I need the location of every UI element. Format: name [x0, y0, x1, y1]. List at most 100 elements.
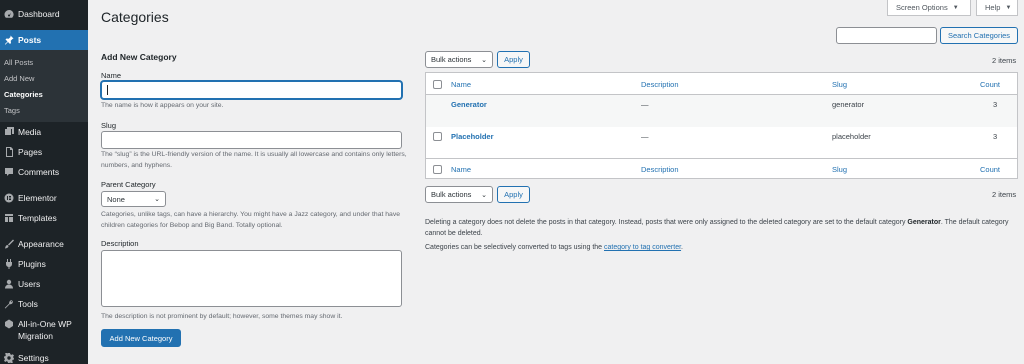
- screen-options-label: Screen Options: [896, 3, 948, 12]
- menu-comments[interactable]: Comments: [0, 162, 88, 182]
- templates-icon: [4, 213, 14, 223]
- wrench-icon: [4, 299, 14, 309]
- items-count-bottom: 2 items: [992, 190, 1017, 199]
- menu-users[interactable]: Users: [0, 274, 88, 294]
- column-count-header[interactable]: Count: [980, 80, 1000, 89]
- search-input[interactable]: [836, 27, 937, 44]
- converter-note: Categories can be selectively converted …: [425, 243, 1015, 254]
- select-all-checkbox-footer[interactable]: [433, 165, 442, 174]
- pages-icon: [4, 147, 14, 157]
- menu-elementor-label: Elementor: [18, 193, 57, 203]
- name-input[interactable]: [101, 81, 402, 99]
- dashboard-icon: [4, 9, 14, 19]
- category-description: —: [641, 132, 649, 141]
- column-name-header[interactable]: Name: [451, 80, 471, 89]
- category-count[interactable]: 3: [993, 132, 997, 141]
- caret-down-icon: ▼: [1005, 4, 1012, 11]
- menu-tools[interactable]: Tools: [0, 294, 88, 314]
- help-label: Help: [985, 3, 1001, 12]
- category-slug: placeholder: [832, 132, 871, 141]
- menu-templates[interactable]: Templates: [0, 208, 88, 228]
- menu-settings[interactable]: Settings: [0, 348, 88, 364]
- slug-help: The “slug” is the URL-friendly version o…: [101, 151, 407, 169]
- menu-appearance[interactable]: Appearance: [0, 234, 88, 254]
- menu-media-label: Media: [18, 127, 42, 137]
- page-title: Categories: [101, 9, 169, 25]
- column-count-footer[interactable]: Count: [980, 165, 1000, 174]
- menu-migration-label: All-in-One WP Migration: [18, 319, 72, 341]
- table-header-row: Name Description Slug Count: [426, 73, 1017, 95]
- menu-settings-label: Settings: [18, 353, 49, 363]
- menu-posts[interactable]: Posts: [0, 30, 88, 50]
- menu-pages-label: Pages: [18, 147, 43, 157]
- text-cursor: [107, 85, 108, 95]
- column-description-header[interactable]: Description: [641, 80, 679, 89]
- menu-dashboard-label: Dashboard: [18, 9, 60, 19]
- parent-category-help: Categories, unlike tags, can have a hier…: [101, 211, 400, 229]
- search-categories-button[interactable]: Search Categories: [940, 27, 1018, 44]
- menu-posts-label: Posts: [18, 35, 42, 45]
- chevron-down-icon: ⌄: [481, 191, 487, 199]
- menu-tools-label: Tools: [18, 299, 38, 309]
- categories-table: Name Description Slug Count Generator — …: [425, 72, 1018, 179]
- pin-icon: [4, 35, 14, 45]
- submenu-all-posts[interactable]: All Posts: [0, 54, 88, 70]
- bulk-actions-value: Bulk actions: [431, 190, 472, 199]
- category-name-link[interactable]: Generator: [451, 100, 487, 109]
- description-textarea[interactable]: [101, 250, 402, 307]
- column-slug-footer[interactable]: Slug: [832, 165, 847, 174]
- brush-icon: [4, 239, 14, 249]
- elementor-icon: [4, 193, 14, 203]
- table-row: Placeholder — placeholder 3: [426, 127, 1017, 158]
- category-description: —: [641, 100, 649, 109]
- screen-options-tab[interactable]: Screen Options ▼: [887, 0, 971, 16]
- bulk-actions-select-top[interactable]: Bulk actions ⌄: [425, 51, 493, 68]
- menu-dashboard[interactable]: Dashboard: [0, 4, 88, 24]
- add-new-category-button[interactable]: Add New Category: [101, 329, 181, 347]
- select-all-checkbox[interactable]: [433, 80, 442, 89]
- menu-pages[interactable]: Pages: [0, 142, 88, 162]
- note-text: .: [681, 244, 683, 251]
- menu-plugins-label: Plugins: [18, 259, 46, 269]
- menu-all-in-one-migration[interactable]: All-in-One WP Migration: [0, 314, 88, 348]
- caret-down-icon: ▼: [952, 4, 959, 11]
- column-slug-header[interactable]: Slug: [832, 80, 847, 89]
- menu-media[interactable]: Media: [0, 122, 88, 142]
- note-text: Deleting a category does not delete the …: [425, 219, 908, 226]
- submenu-tags[interactable]: Tags: [0, 102, 88, 118]
- slug-input[interactable]: [101, 131, 402, 149]
- category-to-tag-converter-link[interactable]: category to tag converter: [604, 244, 681, 251]
- delete-category-note: Deleting a category does not delete the …: [425, 218, 1015, 239]
- column-name-footer[interactable]: Name: [451, 165, 471, 174]
- menu-plugins[interactable]: Plugins: [0, 254, 88, 274]
- description-label: Description: [101, 239, 139, 248]
- name-label: Name: [101, 71, 122, 80]
- submenu-categories[interactable]: Categories: [0, 86, 88, 102]
- column-description-footer[interactable]: Description: [641, 165, 679, 174]
- category-slug: generator: [832, 100, 865, 109]
- chevron-down-icon: ⌄: [481, 56, 487, 64]
- posts-submenu: All Posts Add New Categories Tags: [0, 50, 88, 122]
- items-count-top: 2 items: [992, 56, 1017, 65]
- comments-icon: [4, 167, 14, 177]
- form-title: Add New Category: [101, 52, 177, 62]
- plug-icon: [4, 259, 14, 269]
- category-name-link[interactable]: Placeholder: [451, 132, 494, 141]
- menu-appearance-label: Appearance: [18, 239, 64, 249]
- help-tab[interactable]: Help ▼: [976, 0, 1018, 16]
- menu-elementor[interactable]: Elementor: [0, 188, 88, 208]
- parent-category-value: None: [107, 194, 125, 204]
- main-content: Categories Screen Options ▼ Help ▼ Add N…: [88, 0, 1024, 364]
- apply-button-bottom[interactable]: Apply: [497, 186, 530, 203]
- apply-button-top[interactable]: Apply: [497, 51, 530, 68]
- row-checkbox[interactable]: [433, 132, 442, 141]
- name-help: The name is how it appears on your site.: [101, 102, 224, 109]
- bulk-actions-value: Bulk actions: [431, 55, 472, 64]
- category-count[interactable]: 3: [993, 100, 997, 109]
- chevron-down-icon: ⌄: [154, 196, 160, 203]
- table-footer-row: Name Description Slug Count: [426, 158, 1017, 179]
- menu-users-label: Users: [18, 279, 41, 289]
- parent-category-select[interactable]: None ⌄: [101, 191, 166, 207]
- submenu-add-new[interactable]: Add New: [0, 70, 88, 86]
- bulk-actions-select-bottom[interactable]: Bulk actions ⌄: [425, 186, 493, 203]
